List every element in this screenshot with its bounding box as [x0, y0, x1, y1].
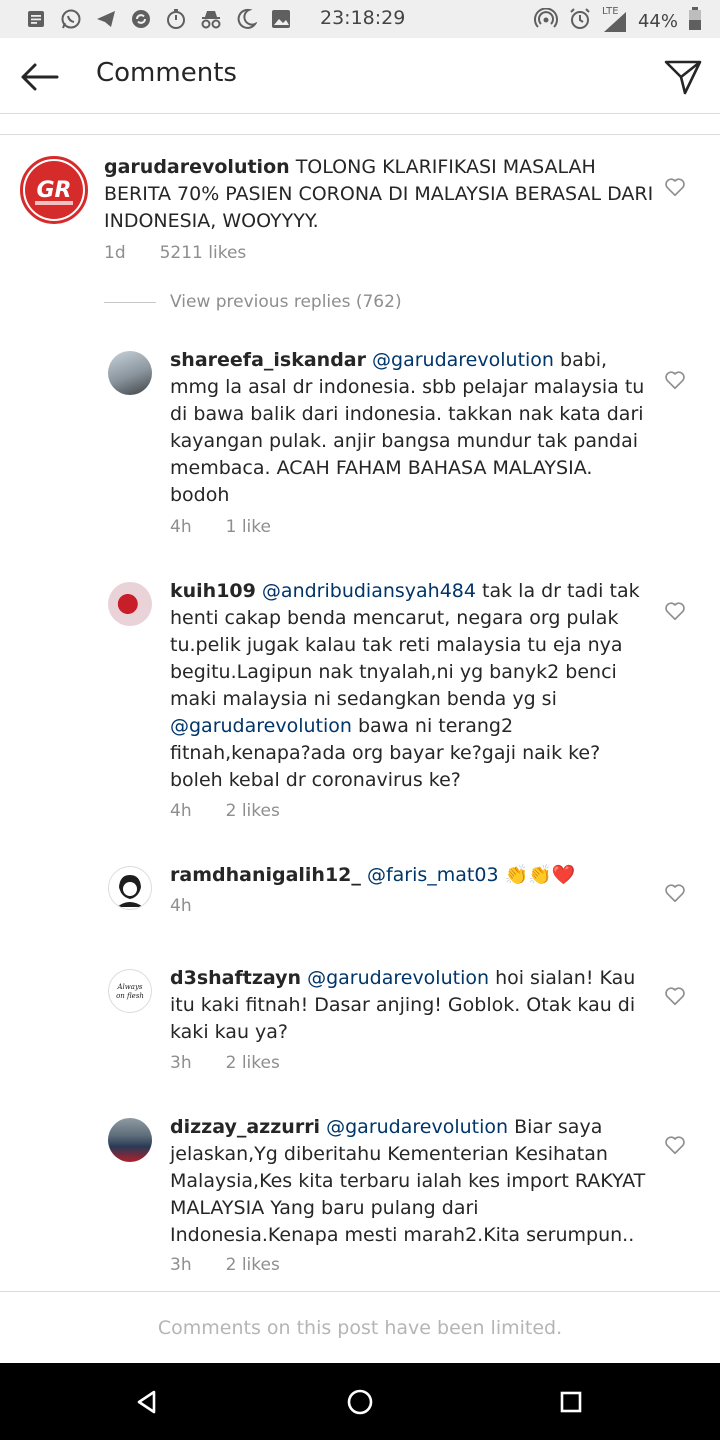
sync-icon: [129, 7, 153, 31]
app-bar: Comments: [0, 38, 720, 114]
nav-back-button[interactable]: [124, 1379, 170, 1425]
signal-icon: LTE: [602, 6, 628, 34]
paper-plane-icon: [664, 60, 702, 95]
nav-recents-button[interactable]: [548, 1379, 594, 1425]
comment-body: 👏👏❤️: [498, 864, 576, 886]
status-bar: 23:18:29 LTE 44%: [0, 0, 720, 38]
avatar[interactable]: Always on flesh: [108, 969, 152, 1013]
telegram-icon: [94, 7, 118, 31]
svg-text:on flesh: on flesh: [116, 992, 144, 1000]
heart-icon[interactable]: [664, 176, 686, 198]
comment-username[interactable]: d3shaftzayn: [170, 967, 301, 989]
avatar[interactable]: [108, 582, 152, 626]
svg-text:GR: GR: [37, 178, 72, 203]
comment-time: 3h: [170, 1255, 192, 1275]
image-icon: [269, 7, 293, 31]
page-title: Comments: [96, 58, 237, 88]
square-recents-icon: [560, 1391, 582, 1413]
notification-icon: [24, 7, 48, 31]
mention-link[interactable]: @garudarevolution: [307, 967, 489, 989]
comment-time: 3h: [170, 1053, 192, 1073]
comment-likes[interactable]: 2 likes: [226, 801, 280, 821]
comment-username[interactable]: kuih109: [170, 580, 256, 602]
comment-body: babi, mmg la asal dr indonesia. sbb pela…: [170, 349, 645, 506]
incognito-icon: [199, 7, 223, 31]
mention-link[interactable]: @garudarevolution: [372, 349, 554, 371]
divider: [0, 134, 720, 135]
mention-link[interactable]: @andribudiansyah484: [262, 580, 476, 602]
gr-logo-icon: GR: [25, 161, 83, 219]
view-replies-label: View previous replies (762): [170, 292, 402, 312]
comment-text: d3shaftzayn @garudarevolution hoi sialan…: [170, 965, 650, 1046]
comment-time: 4h: [170, 801, 192, 821]
nav-home-button[interactable]: [337, 1379, 383, 1425]
share-button[interactable]: [660, 54, 706, 100]
arrow-left-icon: [21, 63, 59, 91]
triangle-back-icon: [137, 1390, 156, 1414]
comment-text: kuih109 @andribudiansyah484 tak la dr ta…: [170, 578, 650, 794]
comment-text: shareefa_iskandar @garudarevolution babi…: [170, 347, 650, 509]
comment-time: 4h: [170, 896, 192, 916]
system-nav-bar: [0, 1363, 720, 1440]
mention-link[interactable]: @faris_mat03: [367, 864, 499, 886]
avatar[interactable]: [108, 866, 152, 910]
alarm-icon: [568, 7, 592, 36]
cartoon-face-icon: [117, 875, 143, 907]
avatar-image: Always on flesh: [116, 983, 144, 1000]
avatar[interactable]: GR: [20, 156, 88, 224]
comments-limited-bar: Comments on this post have been limited.: [0, 1291, 720, 1363]
comment-text: ramdhanigalih12_ @faris_mat03 👏👏❤️: [170, 862, 650, 889]
heart-icon[interactable]: [664, 369, 686, 391]
heart-icon[interactable]: [664, 600, 686, 622]
heart-icon[interactable]: [664, 882, 686, 904]
heart-icon[interactable]: [664, 1134, 686, 1156]
network-type: LTE: [601, 5, 619, 17]
clock: 23:18:29: [320, 7, 406, 29]
svg-text:Always: Always: [116, 983, 142, 991]
hotspot-icon: [533, 7, 558, 35]
comment-username[interactable]: garudarevolution: [104, 156, 290, 178]
comment-username[interactable]: ramdhanigalih12_: [170, 864, 361, 886]
original-comment: GR garudarevolution TOLONG KLARIFIKASI M…: [0, 150, 720, 280]
moon-icon: [234, 7, 258, 31]
comment-time: 4h: [170, 517, 192, 537]
avatar[interactable]: [108, 1118, 152, 1162]
circle-home-icon: [347, 1389, 373, 1415]
comment-likes[interactable]: 5211 likes: [160, 243, 247, 263]
comment-text: dizzay_azzurri @garudarevolution Biar sa…: [170, 1114, 650, 1249]
whatsapp-icon: [59, 7, 83, 31]
comments-limited-text: Comments on this post have been limited.: [157, 1316, 563, 1339]
back-button[interactable]: [16, 54, 62, 100]
battery-level: 44%: [637, 11, 678, 32]
comment-username[interactable]: shareefa_iskandar: [170, 349, 366, 371]
comment-username[interactable]: dizzay_azzurri: [170, 1116, 320, 1138]
mention-link[interactable]: @garudarevolution: [326, 1116, 508, 1138]
comment-text: garudarevolution TOLONG KLARIFIKASI MASA…: [104, 154, 654, 235]
comment-likes[interactable]: 2 likes: [226, 1255, 280, 1275]
comment-likes[interactable]: 1 like: [226, 517, 271, 537]
comment-time: 1d: [104, 243, 126, 263]
divider: [104, 301, 156, 303]
battery-icon: [688, 7, 702, 36]
view-previous-replies[interactable]: View previous replies (762): [104, 292, 402, 312]
mention-link[interactable]: @garudarevolution: [170, 715, 352, 737]
heart-icon[interactable]: [664, 985, 686, 1007]
stopwatch-icon: [164, 7, 188, 31]
avatar[interactable]: [108, 351, 152, 395]
comment-likes[interactable]: 2 likes: [226, 1053, 280, 1073]
